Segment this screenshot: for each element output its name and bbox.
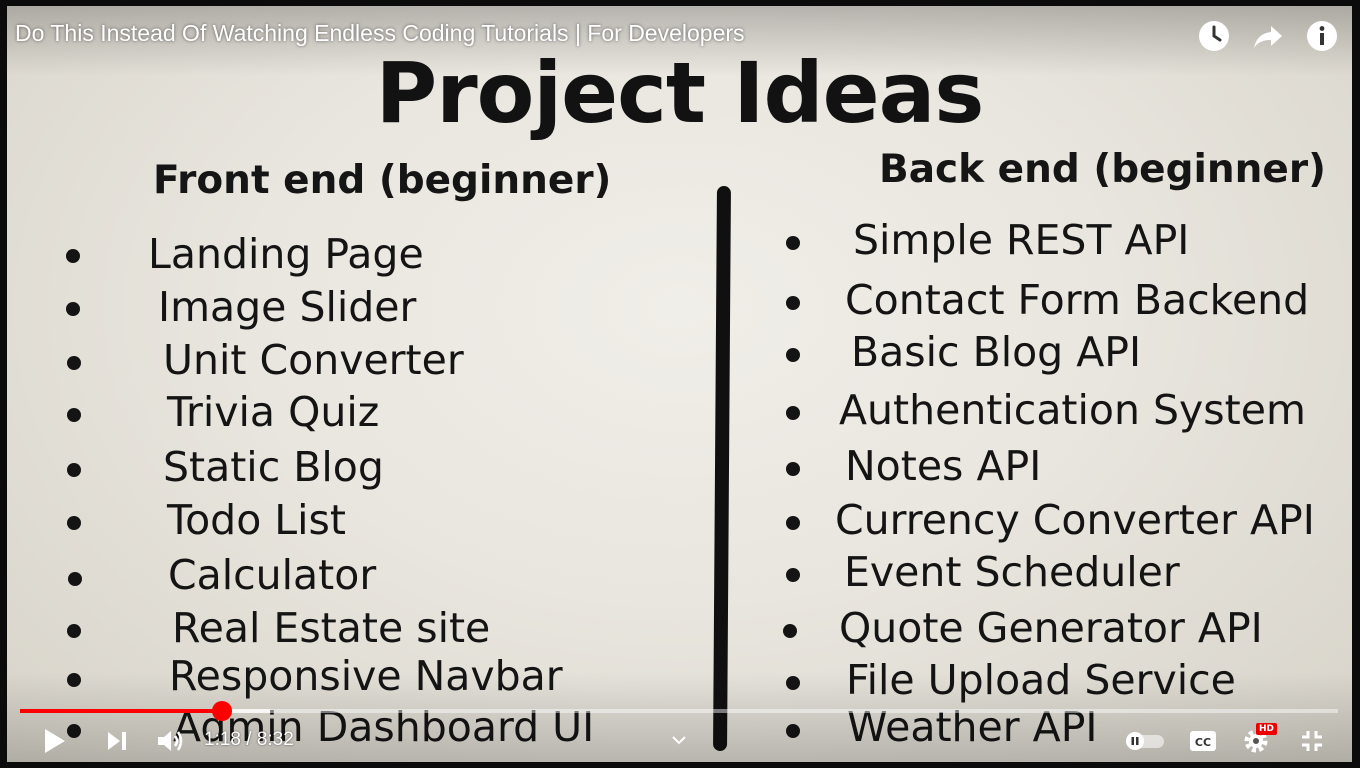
bullet bbox=[786, 348, 800, 362]
front-end-title: Front end (beginner) bbox=[153, 158, 612, 203]
list-item: Calculator bbox=[168, 551, 377, 599]
chevron-down-icon bbox=[672, 736, 686, 745]
video-title[interactable]: Do This Instead Of Watching Endless Codi… bbox=[15, 20, 745, 47]
bullet bbox=[786, 676, 800, 690]
play-icon bbox=[45, 729, 65, 753]
play-button[interactable] bbox=[38, 725, 70, 757]
list-item: Basic Blog API bbox=[851, 328, 1142, 376]
list-item: Event Scheduler bbox=[844, 548, 1180, 596]
list-item: Unit Converter bbox=[163, 336, 464, 384]
list-item: Landing Page bbox=[148, 230, 424, 278]
watch-later-button[interactable] bbox=[1198, 20, 1230, 52]
video-frame[interactable]: Project Ideas Front end (beginner) Back … bbox=[7, 6, 1352, 762]
list-item: Image Slider bbox=[158, 283, 417, 331]
bullet bbox=[68, 572, 82, 586]
list-item: Static Blog bbox=[163, 443, 384, 491]
svg-text:CC: CC bbox=[1195, 736, 1211, 749]
bullet bbox=[786, 296, 800, 310]
bullet bbox=[786, 516, 800, 530]
list-item: Quote Generator API bbox=[839, 604, 1263, 652]
bullet bbox=[67, 673, 81, 687]
bullet bbox=[67, 463, 81, 477]
share-arrow-icon bbox=[1254, 26, 1282, 48]
list-item: Notes API bbox=[845, 442, 1042, 490]
progress-bar[interactable] bbox=[20, 701, 1338, 721]
bullet bbox=[67, 408, 81, 422]
bullet bbox=[786, 236, 800, 250]
bullet bbox=[67, 356, 81, 370]
time-display: 1:18 / 8:32 bbox=[204, 729, 294, 750]
bullet bbox=[67, 516, 81, 530]
bullet bbox=[67, 624, 81, 638]
column-divider bbox=[713, 185, 731, 752]
captions-button[interactable]: CC bbox=[1187, 727, 1219, 755]
control-bar: 1:18 / 8:32 CC HD bbox=[0, 715, 1360, 765]
list-item: Currency Converter API bbox=[835, 496, 1315, 544]
list-item: Trivia Quiz bbox=[167, 388, 380, 436]
volume-icon bbox=[158, 731, 183, 751]
autoplay-toggle[interactable] bbox=[1122, 729, 1168, 753]
skip-next-icon bbox=[108, 732, 126, 750]
bullet bbox=[786, 568, 800, 582]
chapters-button[interactable] bbox=[666, 727, 692, 753]
bullet bbox=[66, 302, 80, 316]
bullet bbox=[786, 406, 800, 420]
back-end-title: Back end (beginner) bbox=[879, 147, 1326, 192]
hd-badge: HD bbox=[1256, 723, 1278, 735]
progress-played bbox=[20, 709, 222, 713]
list-item: Responsive Navbar bbox=[169, 652, 563, 700]
settings-button[interactable]: HD bbox=[1240, 723, 1280, 757]
next-button[interactable] bbox=[101, 725, 133, 757]
list-item: Authentication System bbox=[839, 386, 1306, 434]
volume-button[interactable] bbox=[154, 725, 186, 757]
share-button[interactable] bbox=[1252, 20, 1284, 52]
list-item: Todo List bbox=[167, 496, 346, 544]
info-icon bbox=[1307, 21, 1337, 51]
list-item: File Upload Service bbox=[846, 656, 1236, 704]
top-actions bbox=[1198, 20, 1338, 52]
list-item: Simple REST API bbox=[853, 216, 1190, 264]
list-item: Real Estate site bbox=[172, 604, 491, 652]
cc-icon: CC bbox=[1190, 731, 1216, 751]
bullet bbox=[66, 249, 80, 263]
video-player[interactable]: Project Ideas Front end (beginner) Back … bbox=[0, 0, 1360, 768]
autoplay-toggle-icon bbox=[1126, 732, 1164, 750]
bullet bbox=[786, 462, 800, 476]
bullet bbox=[783, 624, 797, 638]
fullscreen-button[interactable] bbox=[1296, 725, 1328, 757]
info-button[interactable] bbox=[1306, 20, 1338, 52]
fullscreen-icon bbox=[1302, 731, 1322, 751]
clock-icon bbox=[1199, 21, 1229, 51]
list-item: Contact Form Backend bbox=[845, 276, 1310, 324]
